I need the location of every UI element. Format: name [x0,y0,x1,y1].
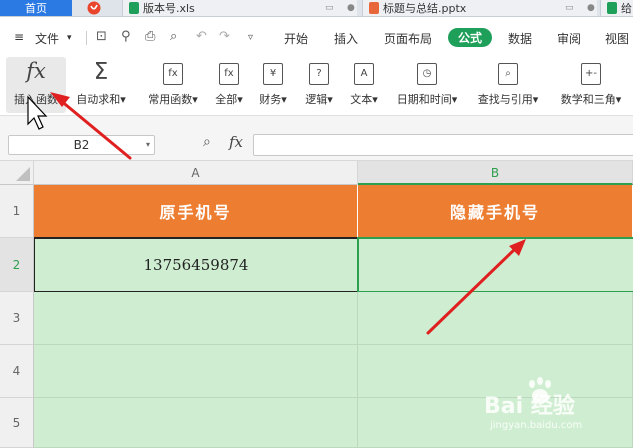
logical-icon: ? [309,63,329,85]
monitor-icon[interactable]: ▭ [325,3,334,13]
cell-a5[interactable] [34,398,358,448]
date-time-button[interactable]: ◷ 日期和时间▾ [390,57,464,113]
menu-bar: ≡ 文件 ▾ ⊡ ⚲ ⎙ ⌕ ↶ ↷ ▿ 开始 插入 页面布局 公式 数据 审阅… [0,17,633,57]
date-time-label: 日期和时间▾ [396,93,458,106]
cell-a4[interactable] [34,345,358,398]
math-trig-label: 数学和三角▾ [560,93,622,106]
common-functions-label: 常用函数▾ [148,93,198,106]
redo-icon[interactable]: ↷ [219,29,230,44]
formula-ribbon: fx 插入函数 Σ 自动求和▾ fx 常用函数▾ fx 全部▾ ¥ 财务▾ ? … [0,57,633,116]
formula-input[interactable] [253,134,633,156]
cell-a2[interactable]: 13756459874 [34,238,358,292]
text-functions-icon: A [354,63,374,85]
customize-dropdown-icon[interactable]: ▿ [248,32,253,43]
all-functions-button[interactable]: fx 全部▾ [208,57,250,113]
format-painter-icon[interactable]: ⚲ [121,29,131,44]
math-trig-icon: +- [581,63,601,85]
spreadsheet-file-icon [129,2,139,14]
document-tab-bar: 首页 版本号.xls ▭ ● 标题与总结.pptx ▭ ● 给 [0,0,633,17]
autosum-label: 自动求和▾ [76,93,126,106]
chevron-down-icon[interactable]: ▾ [146,136,150,154]
row-header-5[interactable]: 5 [0,398,34,448]
cell-a3[interactable] [34,292,358,345]
menu-review[interactable]: 审阅 [557,30,581,47]
tab-third-file[interactable]: 给 [600,0,633,16]
autosum-button[interactable]: Σ 自动求和▾ [72,57,130,113]
menu-divider [86,31,87,45]
menu-insert[interactable]: 插入 [334,30,358,47]
tab-home[interactable]: 首页 [0,0,72,16]
menu-home[interactable]: 开始 [284,30,308,47]
chevron-down-icon[interactable]: ▾ [67,33,72,43]
menu-data[interactable]: 数据 [508,30,532,47]
sigma-icon: Σ [93,59,109,85]
menu-view[interactable]: 视图 [605,30,629,47]
common-functions-button[interactable]: fx 常用函数▾ [140,57,206,113]
common-functions-icon: fx [163,63,183,85]
monitor-icon[interactable]: ▭ [565,3,574,13]
financial-button[interactable]: ¥ 财务▾ [252,57,294,113]
baidu-watermark-url: jingyan.baidu.com [490,420,583,431]
row-header-3[interactable]: 3 [0,292,34,345]
lookup-reference-button[interactable]: ⌕ 查找与引用▾ [470,57,546,113]
tab-xls-name: 版本号.xls [143,2,195,15]
tab-pptx-name: 标题与总结.pptx [383,2,467,15]
lookup-reference-icon: ⌕ [498,63,518,85]
tab-dot-icon[interactable]: ● [587,3,595,13]
date-time-icon: ◷ [417,63,437,85]
all-functions-label: 全部▾ [215,93,243,106]
presentation-file-icon [369,2,379,14]
save-icon[interactable]: ⊡ [96,29,107,44]
cell-b3[interactable] [358,292,633,345]
zoom-search-icon[interactable]: ⌕ [203,134,211,150]
cell-b2[interactable] [357,237,633,293]
tab-xls-file[interactable]: 版本号.xls ▭ ● [122,0,357,16]
name-box[interactable]: B2 ▾ [8,135,155,155]
tab-pptx-file[interactable]: 标题与总结.pptx ▭ ● [362,0,597,16]
financial-label: 财务▾ [259,93,287,106]
baidu-watermark: Bai 经验 [484,394,575,419]
lookup-reference-label: 查找与引用▾ [477,93,539,106]
file-menu[interactable]: 文件 [35,30,59,47]
print-preview-icon[interactable]: ⌕ [170,29,177,44]
formula-bar: B2 ▾ ⌕ fx [0,116,633,161]
column-header-a[interactable]: A [34,161,358,185]
text-functions-label: 文本▾ [350,93,378,106]
logical-label: 逻辑▾ [305,93,333,106]
select-all-corner[interactable] [0,161,34,185]
row-header-1[interactable]: 1 [0,185,34,238]
financial-icon: ¥ [263,63,283,85]
insert-function-button[interactable]: fx 插入函数 [6,57,66,113]
tab-third-name: 给 [621,2,632,15]
row-header-4[interactable]: 4 [0,345,34,398]
wps-logo-icon[interactable] [80,0,108,16]
math-trig-button[interactable]: +- 数学和三角▾ [552,57,630,113]
spreadsheet-file-icon [607,2,617,14]
undo-icon[interactable]: ↶ [196,29,207,44]
fx-icon[interactable]: fx [229,133,243,151]
cell-a1[interactable]: 原手机号 [34,185,358,238]
insert-function-label: 插入函数 [14,93,58,106]
logical-button[interactable]: ? 逻辑▾ [298,57,340,113]
column-header-b[interactable]: B [358,161,633,185]
print-icon[interactable]: ⎙ [145,29,155,44]
cell-reference: B2 [73,138,90,152]
tab-dot-icon[interactable]: ● [347,3,355,13]
fx-icon: fx [26,59,46,83]
hamburger-menu-icon[interactable]: ≡ [14,30,24,44]
menu-formulas[interactable]: 公式 [448,28,492,47]
text-functions-button[interactable]: A 文本▾ [343,57,385,113]
cell-b1[interactable]: 隐藏手机号 [358,185,633,238]
menu-page-layout[interactable]: 页面布局 [384,30,432,47]
all-functions-icon: fx [219,63,239,85]
row-header-2[interactable]: 2 [0,238,34,292]
